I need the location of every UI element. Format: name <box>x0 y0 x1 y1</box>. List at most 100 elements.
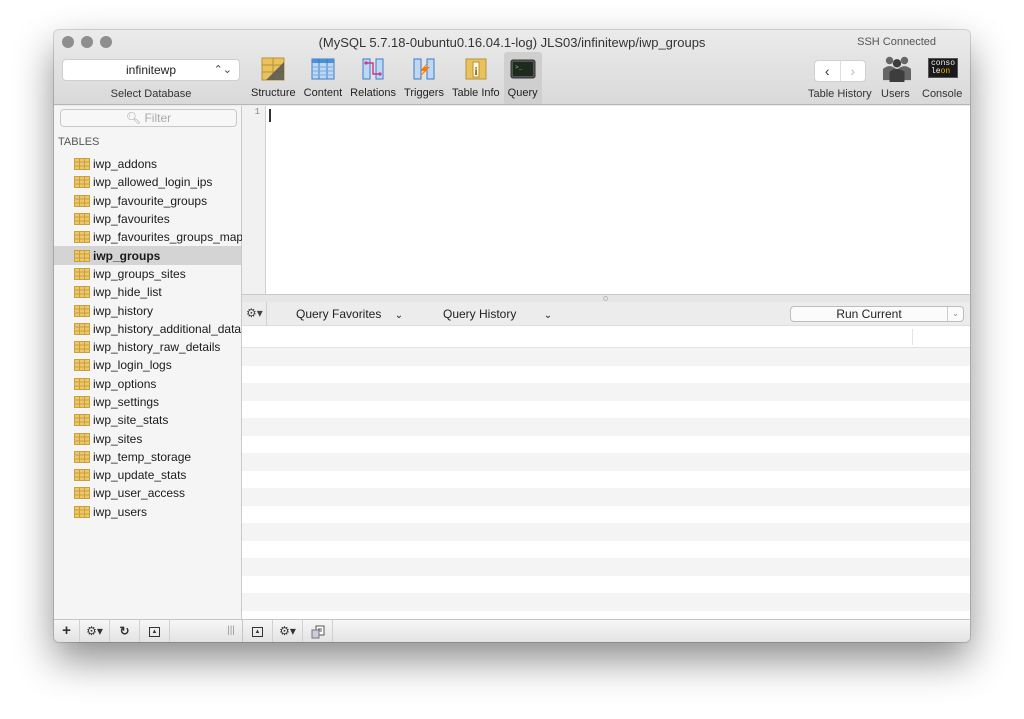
query-editor[interactable]: 1 <box>242 106 970 294</box>
copy-results-button[interactable] <box>303 620 333 642</box>
sidebar-table-item[interactable]: iwp_favourite_groups <box>54 192 241 210</box>
console-button[interactable]: conso leon Console <box>920 52 966 104</box>
filter-placeholder: Filter <box>144 111 172 125</box>
results-empty-row <box>242 610 970 619</box>
query-history-menu[interactable]: Query History ⌄ <box>443 307 552 321</box>
column-divider <box>912 329 913 345</box>
splitter-handle[interactable] <box>603 296 608 301</box>
sidebar-resize-handle[interactable]: ||| <box>220 620 242 642</box>
sidebar-table-item[interactable]: iwp_favourites <box>54 210 241 228</box>
table-name: iwp_site_stats <box>93 413 169 428</box>
filter-input[interactable]: 🔍︎ Filter <box>60 109 237 127</box>
sidebar-table-item[interactable]: iwp_favourites_groups_map <box>54 228 243 246</box>
table-name: iwp_groups_sites <box>93 266 186 281</box>
run-current-button[interactable]: Run Current ⌄ <box>790 306 964 322</box>
sidebar-table-item[interactable]: iwp_history <box>54 301 241 319</box>
table-name: iwp_settings <box>93 395 160 409</box>
database-select-value: infinitewp <box>125 63 177 77</box>
results-empty-row <box>242 418 970 436</box>
query-favorites-menu[interactable]: Query Favorites ⌄ <box>296 307 403 321</box>
query-actions-gear-icon[interactable]: ⚙▾ <box>246 306 263 320</box>
tab-relations[interactable]: Relations <box>346 52 400 104</box>
results-empty-row <box>242 470 970 488</box>
users-button[interactable]: Users <box>880 52 914 104</box>
refresh-button[interactable]: ↻ <box>110 620 140 642</box>
table-name: iwp_hide_list <box>93 285 162 300</box>
window-title: (MySQL 5.7.18-0ubuntu0.16.04.1-log) JLS0… <box>318 35 706 50</box>
sidebar-table-item[interactable]: iwp_hide_list <box>54 283 241 301</box>
tab-table-info-label: Table Info <box>451 87 500 99</box>
results-empty-row <box>242 593 970 611</box>
table-icon <box>74 158 90 171</box>
database-select[interactable]: infinitewp ⌃⌄ <box>62 59 240 81</box>
table-icon <box>74 267 90 280</box>
sidebar-table-item[interactable]: iwp_sites <box>54 429 241 447</box>
table-name: iwp_favourites <box>93 212 170 227</box>
sidebar-table-item[interactable]: iwp_history_raw_details <box>54 338 241 356</box>
table-icon <box>74 249 90 262</box>
console-icon: conso leon <box>928 58 958 78</box>
back-button[interactable]: ‹ <box>815 61 841 81</box>
sidebar-table-item[interactable]: iwp_login_logs <box>54 356 241 374</box>
sidebar-table-item[interactable]: iwp_addons <box>54 155 241 173</box>
tab-relations-label: Relations <box>350 87 397 99</box>
ssh-status: SSH Connected <box>857 36 936 48</box>
query-bar: ⚙▾ Query Favorites ⌄ Query History ⌄ Run… <box>242 302 970 326</box>
add-table-button[interactable]: + <box>54 620 80 642</box>
table-name: iwp_history_raw_details <box>93 340 221 355</box>
sidebar-table-item[interactable]: iwp_users <box>54 503 241 521</box>
query-history-label: Query History <box>443 307 517 321</box>
query-favorites-label: Query Favorites <box>296 307 382 321</box>
results-empty-row <box>242 348 970 366</box>
info-pane-icon: ▲ <box>149 626 160 637</box>
toolbar: (MySQL 5.7.18-0ubuntu0.16.04.1-log) JLS0… <box>54 30 970 105</box>
table-name: iwp_groups <box>93 248 161 263</box>
results-empty-row <box>242 453 970 471</box>
table-icon <box>74 176 90 189</box>
toggle-results-pane-button[interactable]: ▲ <box>243 620 273 642</box>
editor-results-splitter[interactable] <box>242 294 970 302</box>
results-pane-icon: ▲ <box>252 626 263 637</box>
table-name: iwp_history <box>93 303 154 318</box>
table-icon <box>74 359 90 372</box>
tab-triggers[interactable]: Triggers <box>400 52 448 104</box>
chevron-down-icon: ⌄ <box>543 310 553 321</box>
sidebar-table-item[interactable]: iwp_history_additional_data <box>54 320 241 338</box>
console-label: Console <box>922 88 963 100</box>
results-rows <box>242 348 970 619</box>
table-icon <box>74 396 90 408</box>
sidebar-table-item[interactable]: iwp_update_stats <box>54 466 241 484</box>
toggle-info-pane-button[interactable]: ▲ <box>140 620 170 642</box>
view-tabs: Structure Content Relations Triggers i T… <box>247 52 542 104</box>
database-select-label: Select Database <box>110 88 192 100</box>
sidebar-table-item[interactable]: iwp_user_access <box>54 484 241 502</box>
users-icon <box>883 56 911 82</box>
sidebar-table-item[interactable]: iwp_options <box>54 375 241 393</box>
sidebar-table-item[interactable]: iwp_temp_storage <box>54 448 241 466</box>
results-empty-row <box>242 383 970 401</box>
table-name: iwp_user_access <box>93 486 186 501</box>
table-name: iwp_sites <box>93 431 143 446</box>
sidebar-table-item[interactable]: iwp_groups <box>54 246 241 265</box>
results-empty-row <box>242 558 970 576</box>
tab-structure[interactable]: Structure <box>247 52 300 104</box>
tab-content[interactable]: Content <box>300 52 347 104</box>
tab-table-info[interactable]: i Table Info <box>448 52 504 104</box>
sidebar-table-item[interactable]: iwp_groups_sites <box>54 265 241 283</box>
results-gear-button[interactable]: ⚙▾ <box>273 620 303 642</box>
table-name: iwp_update_stats <box>93 468 187 483</box>
sidebar-table-item[interactable]: iwp_settings <box>54 393 241 411</box>
sidebar-table-item[interactable]: iwp_site_stats <box>54 411 241 429</box>
forward-button[interactable]: › <box>841 61 866 81</box>
tab-query[interactable]: >_ Query <box>503 52 542 104</box>
sidebar-table-item[interactable]: iwp_allowed_login_ips <box>54 173 241 191</box>
table-icon <box>74 231 90 244</box>
run-options-dropdown[interactable]: ⌄ <box>947 307 963 321</box>
query-terminal-icon: >_ <box>510 59 536 79</box>
search-icon: 🔍︎ <box>125 111 142 125</box>
tables-section-header: TABLES <box>58 136 100 148</box>
table-actions-gear-button[interactable]: ⚙▾ <box>80 620 110 642</box>
table-icon <box>74 505 90 518</box>
up-down-chevron-icon: ⌃⌄ <box>213 64 232 76</box>
table-name: iwp_login_logs <box>93 358 172 373</box>
